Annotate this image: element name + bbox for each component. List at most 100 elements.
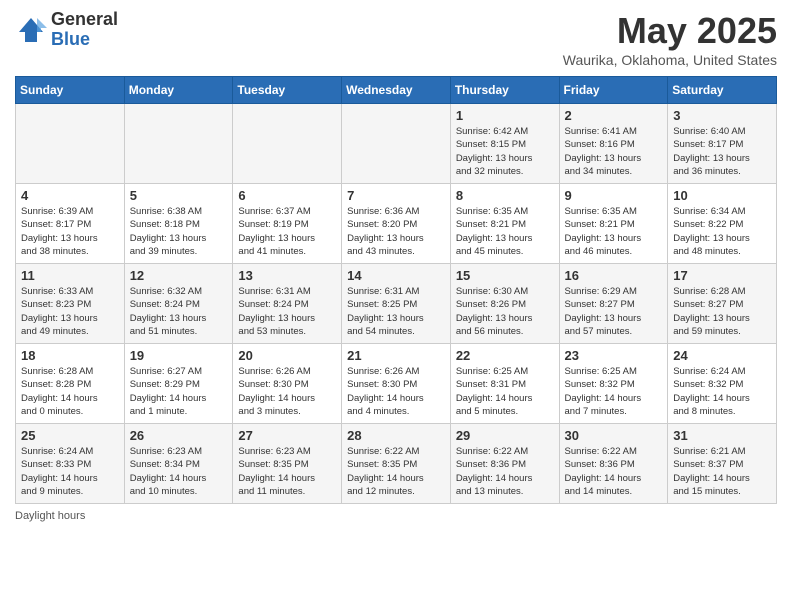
day-info: Sunrise: 6:23 AM Sunset: 8:34 PM Dayligh… [130, 445, 228, 498]
calendar-cell: 14Sunrise: 6:31 AM Sunset: 8:25 PM Dayli… [342, 264, 451, 344]
day-info: Sunrise: 6:21 AM Sunset: 8:37 PM Dayligh… [673, 445, 771, 498]
calendar-cell: 25 Sunrise: 6:24 AM Sunset: 8:33 PM Dayli… [16, 424, 125, 504]
logo: General Blue [15, 10, 118, 50]
day-number: 25 [21, 428, 119, 443]
calendar-cell: 2 Sunrise: 6:41 AM Sunset: 8:16 PM Daylig… [559, 104, 668, 184]
day-number: 17 [673, 268, 771, 283]
day-info: Sunrise: 6:28 AM Sunset: 8:27 PM Dayligh… [673, 285, 771, 338]
day-number: 7 [347, 188, 445, 203]
logo-icon [15, 14, 47, 46]
calendar-cell [16, 104, 125, 184]
day-number: 20 [238, 348, 336, 363]
calendar-cell: 21Sunrise: 6:26 AM Sunset: 8:30 PM Dayli… [342, 344, 451, 424]
day-info: Sunrise: 6:22 AM Sunset: 8:36 PM Dayligh… [456, 445, 554, 498]
calendar-week-4: 18Sunrise: 6:28 AM Sunset: 8:28 PM Dayli… [16, 344, 777, 424]
day-info: Sunrise: 6:42 AM Sunset: 8:15 PM Dayligh… [456, 125, 554, 178]
day-info: Sunrise: 6:31 AM Sunset: 8:25 PM Dayligh… [347, 285, 445, 338]
calendar-cell: 29 Sunrise: 6:22 AM Sunset: 8:36 PM Dayli… [450, 424, 559, 504]
calendar-cell: 8Sunrise: 6:35 AM Sunset: 8:21 PM Daylig… [450, 184, 559, 264]
header-row: Sunday Monday Tuesday Wednesday Thursday… [16, 77, 777, 104]
day-number: 9 [565, 188, 663, 203]
day-number: 5 [130, 188, 228, 203]
month-title: May 2025 [563, 10, 777, 52]
header-tuesday: Tuesday [233, 77, 342, 104]
day-number: 23 [565, 348, 663, 363]
header-saturday: Saturday [668, 77, 777, 104]
header-wednesday: Wednesday [342, 77, 451, 104]
day-number: 2 [565, 108, 663, 123]
day-info: Sunrise: 6:39 AM Sunset: 8:17 PM Dayligh… [21, 205, 119, 258]
day-number: 30 [565, 428, 663, 443]
day-info: Sunrise: 6:31 AM Sunset: 8:24 PM Dayligh… [238, 285, 336, 338]
header-friday: Friday [559, 77, 668, 104]
day-number: 13 [238, 268, 336, 283]
day-info: Sunrise: 6:38 AM Sunset: 8:18 PM Dayligh… [130, 205, 228, 258]
day-number: 10 [673, 188, 771, 203]
calendar-cell [342, 104, 451, 184]
calendar-cell: 20 Sunrise: 6:26 AM Sunset: 8:30 PM Dayli… [233, 344, 342, 424]
calendar-cell: 15 Sunrise: 6:30 AM Sunset: 8:26 PM Dayli… [450, 264, 559, 344]
day-info: Sunrise: 6:25 AM Sunset: 8:31 PM Dayligh… [456, 365, 554, 418]
calendar-week-2: 4Sunrise: 6:39 AM Sunset: 8:17 PM Daylig… [16, 184, 777, 264]
calendar-cell [124, 104, 233, 184]
day-info: Sunrise: 6:33 AM Sunset: 8:23 PM Dayligh… [21, 285, 119, 338]
day-info: Sunrise: 6:22 AM Sunset: 8:35 PM Dayligh… [347, 445, 445, 498]
calendar-cell: 27 Sunrise: 6:23 AM Sunset: 8:35 PM Dayli… [233, 424, 342, 504]
calendar-cell: 10Sunrise: 6:34 AM Sunset: 8:22 PM Dayli… [668, 184, 777, 264]
calendar-cell: 3 Sunrise: 6:40 AM Sunset: 8:17 PM Daylig… [668, 104, 777, 184]
daylight-hours-label: Daylight hours [15, 510, 85, 522]
day-number: 31 [673, 428, 771, 443]
calendar-cell: 17 Sunrise: 6:28 AM Sunset: 8:27 PM Dayli… [668, 264, 777, 344]
day-info: Sunrise: 6:30 AM Sunset: 8:26 PM Dayligh… [456, 285, 554, 338]
day-number: 15 [456, 268, 554, 283]
day-number: 27 [238, 428, 336, 443]
day-number: 29 [456, 428, 554, 443]
calendar-cell: 7Sunrise: 6:36 AM Sunset: 8:20 PM Daylig… [342, 184, 451, 264]
day-number: 12 [130, 268, 228, 283]
calendar-body: 1 Sunrise: 6:42 AM Sunset: 8:15 PM Daylig… [16, 104, 777, 504]
day-info: Sunrise: 6:22 AM Sunset: 8:36 PM Dayligh… [565, 445, 663, 498]
day-info: Sunrise: 6:25 AM Sunset: 8:32 PM Dayligh… [565, 365, 663, 418]
day-info: Sunrise: 6:40 AM Sunset: 8:17 PM Dayligh… [673, 125, 771, 178]
day-number: 3 [673, 108, 771, 123]
day-number: 24 [673, 348, 771, 363]
calendar-cell: 11Sunrise: 6:33 AM Sunset: 8:23 PM Dayli… [16, 264, 125, 344]
calendar-cell: 22 Sunrise: 6:25 AM Sunset: 8:31 PM Dayli… [450, 344, 559, 424]
page-header: General Blue May 2025 Waurika, Oklahoma,… [15, 10, 777, 68]
day-info: Sunrise: 6:32 AM Sunset: 8:24 PM Dayligh… [130, 285, 228, 338]
day-info: Sunrise: 6:37 AM Sunset: 8:19 PM Dayligh… [238, 205, 336, 258]
header-monday: Monday [124, 77, 233, 104]
calendar-week-1: 1 Sunrise: 6:42 AM Sunset: 8:15 PM Daylig… [16, 104, 777, 184]
title-area: May 2025 Waurika, Oklahoma, United State… [563, 10, 777, 68]
day-number: 8 [456, 188, 554, 203]
day-info: Sunrise: 6:24 AM Sunset: 8:33 PM Dayligh… [21, 445, 119, 498]
day-info: Sunrise: 6:26 AM Sunset: 8:30 PM Dayligh… [238, 365, 336, 418]
day-info: Sunrise: 6:23 AM Sunset: 8:35 PM Dayligh… [238, 445, 336, 498]
day-number: 18 [21, 348, 119, 363]
calendar-week-3: 11Sunrise: 6:33 AM Sunset: 8:23 PM Dayli… [16, 264, 777, 344]
day-number: 28 [347, 428, 445, 443]
day-info: Sunrise: 6:27 AM Sunset: 8:29 PM Dayligh… [130, 365, 228, 418]
day-info: Sunrise: 6:29 AM Sunset: 8:27 PM Dayligh… [565, 285, 663, 338]
calendar-cell: 4Sunrise: 6:39 AM Sunset: 8:17 PM Daylig… [16, 184, 125, 264]
calendar-cell: 1 Sunrise: 6:42 AM Sunset: 8:15 PM Daylig… [450, 104, 559, 184]
logo-text: General Blue [51, 10, 118, 50]
day-number: 22 [456, 348, 554, 363]
calendar-cell: 5 Sunrise: 6:38 AM Sunset: 8:18 PM Daylig… [124, 184, 233, 264]
logo-blue-text: Blue [51, 30, 118, 50]
calendar-cell: 24 Sunrise: 6:24 AM Sunset: 8:32 PM Dayli… [668, 344, 777, 424]
calendar-cell: 12 Sunrise: 6:32 AM Sunset: 8:24 PM Dayli… [124, 264, 233, 344]
page-container: General Blue May 2025 Waurika, Oklahoma,… [0, 0, 792, 532]
day-info: Sunrise: 6:24 AM Sunset: 8:32 PM Dayligh… [673, 365, 771, 418]
day-number: 1 [456, 108, 554, 123]
calendar-cell: 31 Sunrise: 6:21 AM Sunset: 8:37 PM Dayli… [668, 424, 777, 504]
day-info: Sunrise: 6:41 AM Sunset: 8:16 PM Dayligh… [565, 125, 663, 178]
calendar-week-5: 25 Sunrise: 6:24 AM Sunset: 8:33 PM Dayli… [16, 424, 777, 504]
day-number: 26 [130, 428, 228, 443]
logo-general-text: General [51, 10, 118, 30]
calendar-cell [233, 104, 342, 184]
calendar-cell: 23 Sunrise: 6:25 AM Sunset: 8:32 PM Dayli… [559, 344, 668, 424]
calendar-cell: 13 Sunrise: 6:31 AM Sunset: 8:24 PM Dayli… [233, 264, 342, 344]
day-number: 21 [347, 348, 445, 363]
calendar-cell: 18Sunrise: 6:28 AM Sunset: 8:28 PM Dayli… [16, 344, 125, 424]
